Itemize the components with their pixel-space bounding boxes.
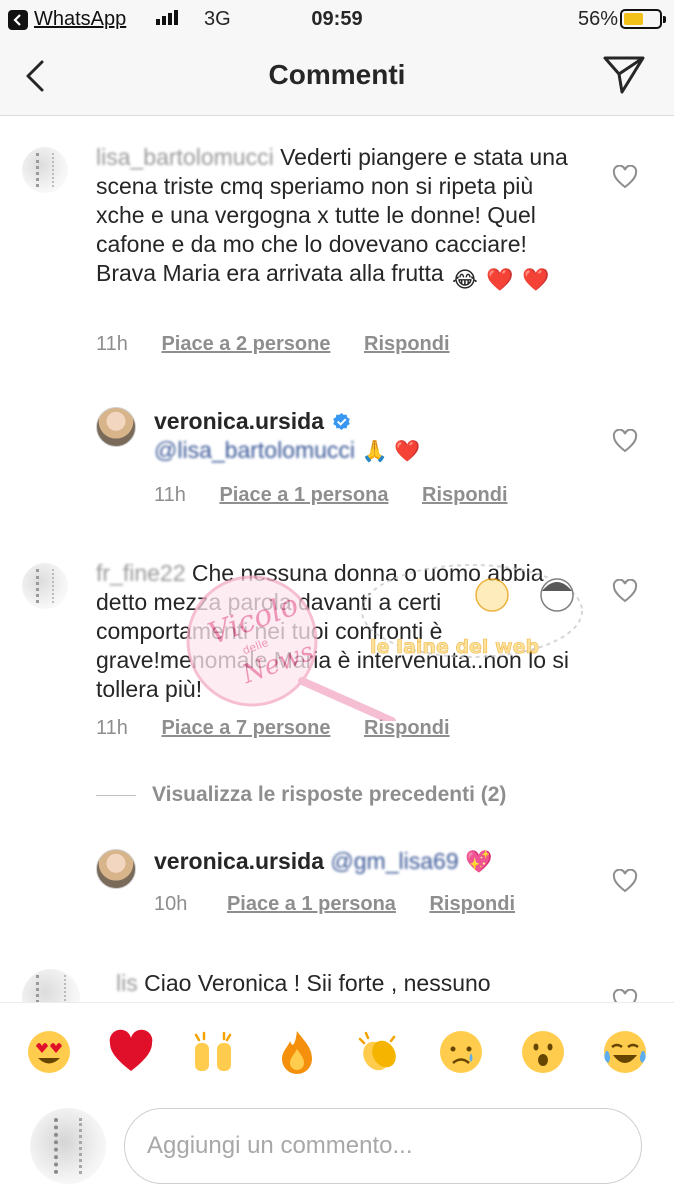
crying-face-emoji-button[interactable] xyxy=(438,1029,484,1075)
comment-time: 11h xyxy=(154,484,186,506)
clapping-hands-emoji-button[interactable] xyxy=(356,1029,402,1075)
fire-emoji-icon xyxy=(282,1031,312,1074)
praying-hands-emoji: 🙏 xyxy=(361,440,388,463)
status-time: 09:59 xyxy=(311,8,363,30)
comment-time: 10h xyxy=(154,893,188,915)
sparkling-heart-emoji: 💖 xyxy=(465,849,493,874)
clapping-hands-emoji-icon xyxy=(358,1031,396,1071)
comment-likes[interactable]: Piace a 2 persone xyxy=(161,333,330,356)
comment-username[interactable]: veronica.ursida xyxy=(154,848,324,874)
comment-input[interactable] xyxy=(124,1108,642,1184)
like-button[interactable] xyxy=(612,988,638,1002)
current-user-avatar xyxy=(30,1108,106,1184)
red-heart-emoji: ❤️ xyxy=(393,440,421,463)
comment-meta: 11h Piace a 7 persone Rispondi xyxy=(96,717,450,740)
surprised-face-emoji-button[interactable] xyxy=(520,1029,566,1075)
comment-item: fr_fine22 Che nessuna donna o uomo abbia… xyxy=(0,557,674,757)
comment-meta: 10h Piace a 1 persona Rispondi xyxy=(154,893,515,916)
reply-button[interactable]: Rispondi xyxy=(429,893,515,916)
comment-username[interactable]: fr_fine22 xyxy=(96,560,186,586)
crying-face-emoji-icon xyxy=(440,1031,482,1073)
paper-plane-icon xyxy=(603,56,645,94)
avatar[interactable] xyxy=(22,969,80,1002)
comment-composer xyxy=(0,1098,674,1200)
raising-hands-emoji-icon xyxy=(194,1031,232,1071)
comment-username[interactable]: lisa_bartolomucci xyxy=(96,144,274,170)
avatar[interactable] xyxy=(96,407,136,447)
share-button[interactable] xyxy=(602,54,646,96)
heart-outline-icon xyxy=(612,164,638,189)
battery-percent: 56% xyxy=(577,8,618,30)
like-button[interactable] xyxy=(612,428,638,453)
comment-text: Ciao Veronica ! Sii forte , nessuno xyxy=(144,970,491,996)
fire-emoji-button[interactable] xyxy=(274,1029,320,1075)
reply-item: veronica.ursida @lisa_bartolomucci 🙏 ❤️ … xyxy=(0,387,674,517)
status-bar: WhatsApp 3G 09:59 56% xyxy=(0,0,674,38)
heart-outline-icon xyxy=(612,428,638,453)
view-previous-replies-label[interactable]: Visualizza le risposte precedenti (2) xyxy=(152,783,506,807)
like-button[interactable] xyxy=(612,578,638,603)
red-heart-emoji-icon xyxy=(109,1029,153,1071)
avatar[interactable] xyxy=(22,563,68,609)
header: Commenti xyxy=(0,38,674,116)
red-heart-emoji: ❤️ xyxy=(486,267,514,292)
tears-of-joy-emoji-icon xyxy=(604,1031,646,1073)
comment-mention[interactable]: @lisa_bartolomucci xyxy=(154,437,355,463)
comment-likes[interactable]: Piace a 1 persona xyxy=(219,484,388,507)
comment-meta: 11h Piace a 2 persone Rispondi xyxy=(96,333,450,356)
reply-button[interactable]: Rispondi xyxy=(364,717,450,740)
comment-item: lis Ciao Veronica ! Sii forte , nessuno xyxy=(0,967,674,1002)
comment-time: 11h xyxy=(96,333,128,355)
comment-likes[interactable]: Piace a 7 persone xyxy=(161,717,330,740)
comment-username[interactable]: lis xyxy=(116,970,138,996)
comment-list: lisa_bartolomucci Vederti piangere e sta… xyxy=(0,117,674,1002)
comment-mention[interactable]: @gm_lisa69 xyxy=(330,848,458,874)
heart-eyes-emoji-button[interactable] xyxy=(26,1029,72,1075)
heart-eyes-emoji-icon xyxy=(28,1031,70,1073)
reply-item: veronica.ursida @gm_lisa69 💖 10h Piace a… xyxy=(0,835,674,945)
heart-outline-icon xyxy=(612,988,638,1002)
like-button[interactable] xyxy=(612,868,638,893)
raising-hands-emoji-button[interactable] xyxy=(190,1029,236,1075)
red-heart-emoji: ❤️ xyxy=(522,267,550,292)
quick-emoji-bar xyxy=(0,1002,674,1098)
divider xyxy=(96,794,136,796)
red-heart-emoji-button[interactable] xyxy=(108,1029,154,1075)
comment-username[interactable]: veronica.ursida xyxy=(154,408,324,434)
battery-icon xyxy=(620,9,666,29)
comment-item: lisa_bartolomucci Vederti piangere e sta… xyxy=(0,117,674,367)
tears-of-joy-emoji-button[interactable] xyxy=(602,1029,648,1075)
view-previous-replies[interactable]: Visualizza le risposte precedenti (2) xyxy=(96,783,506,807)
comment-meta: 11h Piace a 1 persona Rispondi xyxy=(154,484,508,507)
verified-badge-icon xyxy=(332,409,351,431)
like-button[interactable] xyxy=(612,164,638,189)
heart-outline-icon xyxy=(612,578,638,603)
comment-time: 11h xyxy=(96,717,128,739)
reply-button[interactable]: Rispondi xyxy=(422,484,508,507)
page-title: Commenti xyxy=(268,59,406,90)
reply-button[interactable]: Rispondi xyxy=(364,333,450,356)
tears-of-joy-emoji: 😂 xyxy=(452,267,478,292)
avatar[interactable] xyxy=(22,147,68,193)
avatar[interactable] xyxy=(96,849,136,889)
comment-likes[interactable]: Piace a 1 persona xyxy=(227,893,396,916)
heart-outline-icon xyxy=(612,868,638,893)
surprised-face-emoji-icon xyxy=(522,1031,564,1073)
